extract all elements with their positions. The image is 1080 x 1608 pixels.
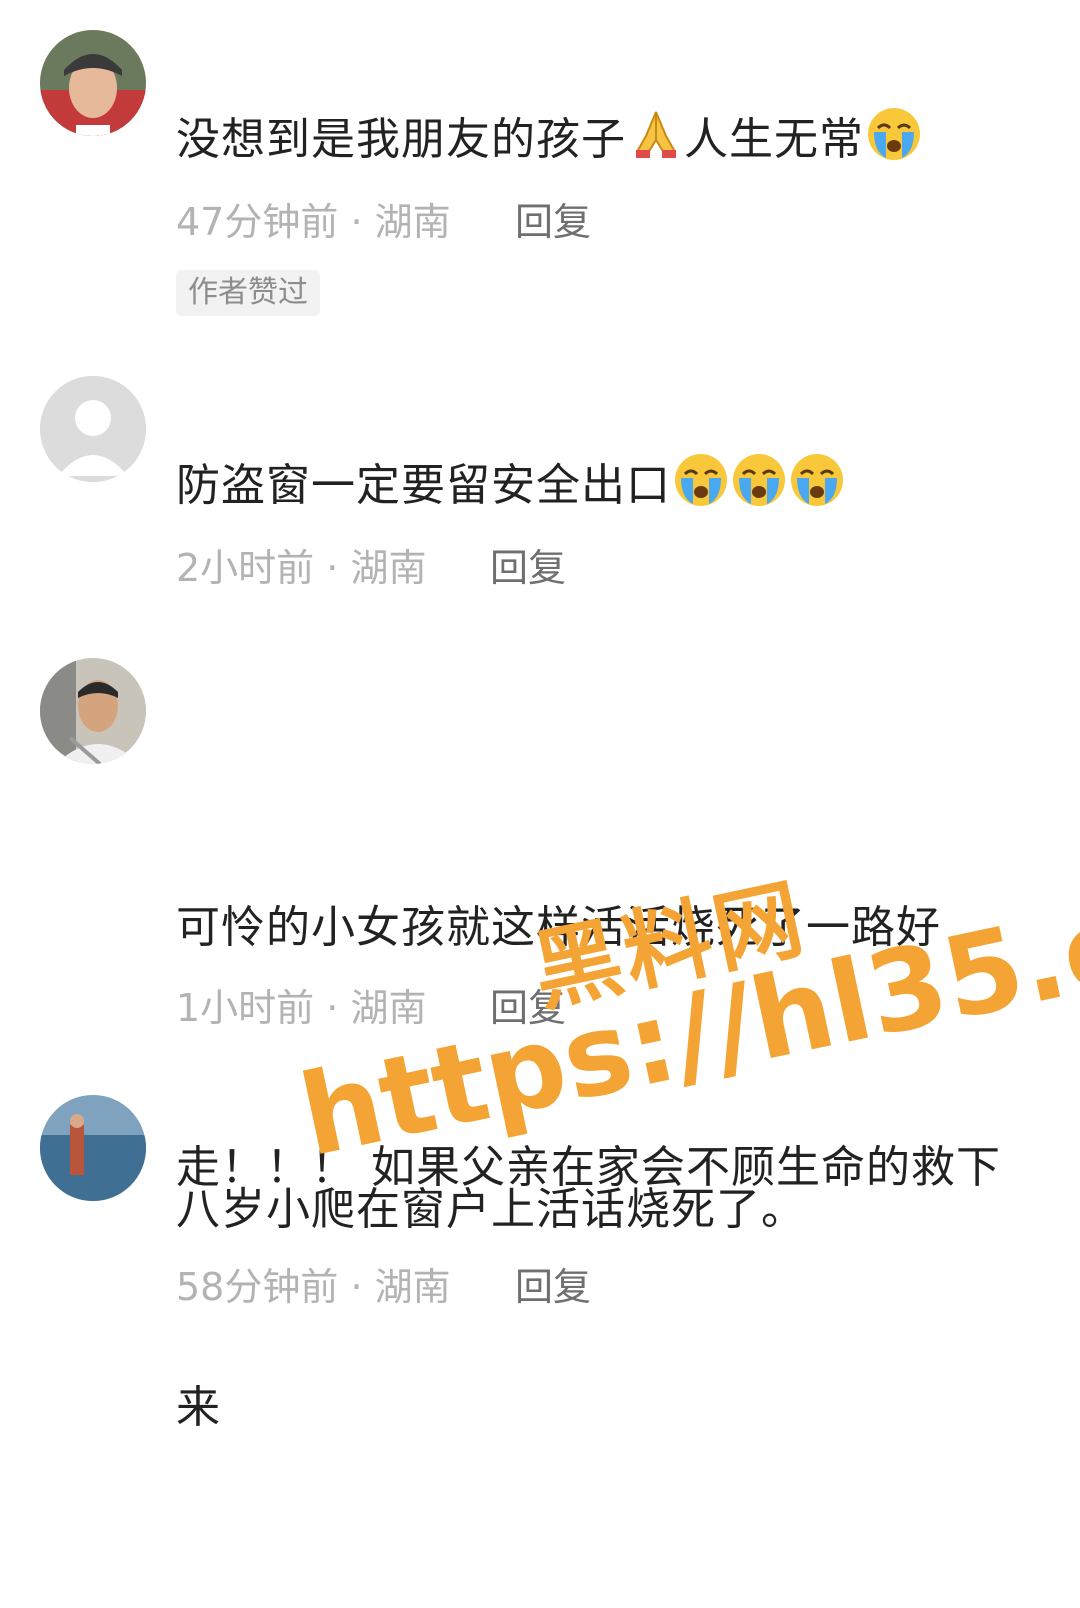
time-label: 1小时前 xyxy=(176,986,315,1030)
crying-emoji-icon xyxy=(675,454,727,506)
comment-meta: 58分钟前 · 湖南 xyxy=(176,1262,451,1312)
avatar-photo-icon xyxy=(40,30,146,136)
reply-button[interactable]: 回复 xyxy=(515,1262,591,1312)
author-liked-badge: 作者赞过 xyxy=(176,270,320,316)
avatar[interactable] xyxy=(40,30,146,136)
time-label: 47分钟前 xyxy=(176,200,339,244)
location-label: 湖南 xyxy=(374,1265,451,1309)
time-label: 58分钟前 xyxy=(176,1265,339,1309)
comment-meta: 47分钟前 · 湖南 xyxy=(176,197,451,247)
avatar-photo-icon xyxy=(40,1095,146,1201)
avatar[interactable] xyxy=(40,376,146,482)
location-label: 湖南 xyxy=(374,200,451,244)
comment-line: 来 xyxy=(176,1382,221,1433)
reply-button[interactable]: 回复 xyxy=(515,197,591,247)
comment-text: 可怜的小女孩就这样活活烧死了一路好 走！！！ 如果父亲在家会不顾生命的救下 来 xyxy=(176,728,1056,1608)
crying-emoji-icon xyxy=(733,454,785,506)
reply-button[interactable]: 回复 xyxy=(490,543,566,593)
crying-emoji-icon xyxy=(791,454,843,506)
separator: · xyxy=(338,200,375,244)
comment-text: 防盗窗一定要留安全出口 xyxy=(176,446,1056,526)
comment-text: 没想到是我朋友的孩子 人生无常 xyxy=(176,100,1056,180)
default-avatar-icon xyxy=(40,376,146,482)
separator: · xyxy=(314,546,351,590)
time-label: 2小时前 xyxy=(176,546,315,590)
comment-text: 八岁小爬在窗户上活话烧死了。 xyxy=(176,1184,806,1235)
separator: · xyxy=(338,1265,375,1309)
location-label: 湖南 xyxy=(350,546,427,590)
separator: · xyxy=(314,986,351,1030)
pray-emoji-icon xyxy=(636,111,676,158)
avatar[interactable] xyxy=(40,658,146,764)
comment-meta: 1小时前 · 湖南 xyxy=(176,983,426,1033)
location-label: 湖南 xyxy=(350,986,427,1030)
crying-emoji-icon xyxy=(868,108,920,160)
avatar[interactable] xyxy=(40,1095,146,1201)
avatar-photo-icon xyxy=(40,658,146,764)
comment-meta: 2小时前 · 湖南 xyxy=(176,543,426,593)
